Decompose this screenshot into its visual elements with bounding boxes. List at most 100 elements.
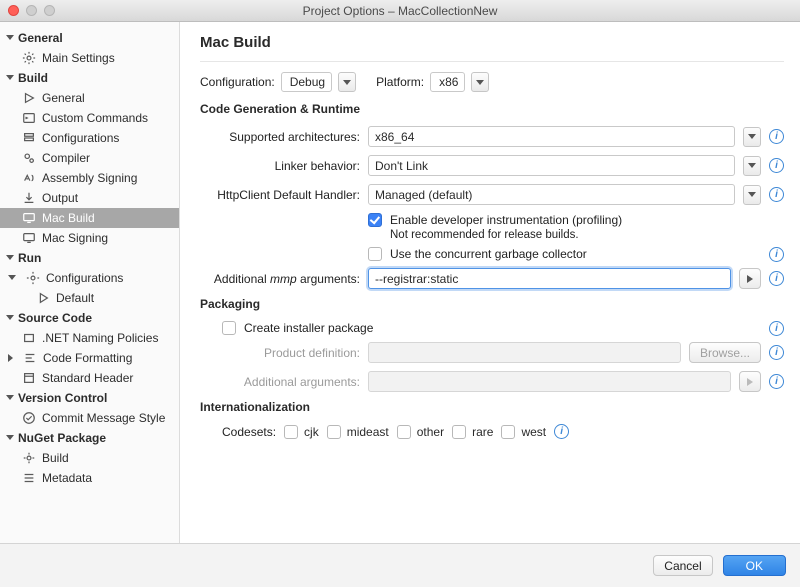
play-icon: [36, 291, 50, 305]
sidebar-group-label: General: [18, 31, 63, 45]
monitor-icon: [22, 211, 36, 225]
config-platform-row: Configuration: Debug Platform: x86: [200, 72, 784, 92]
info-icon[interactable]: i: [769, 271, 784, 286]
sidebar-item-label: Mac Signing: [42, 231, 108, 245]
sidebar-item-standard-header[interactable]: Standard Header: [0, 368, 179, 388]
sidebar-item-main-settings[interactable]: Main Settings: [0, 48, 179, 68]
sidebar-item-mac-signing[interactable]: Mac Signing: [0, 228, 179, 248]
sidebar-item-label: General: [42, 91, 85, 105]
info-icon[interactable]: i: [769, 187, 784, 202]
codeset-mideast-checkbox[interactable]: [327, 425, 341, 439]
sidebar-item-label: Assembly Signing: [42, 171, 137, 185]
create-installer-row: Create installer package i: [222, 321, 784, 336]
info-icon[interactable]: i: [769, 129, 784, 144]
sidebar-group-general[interactable]: General: [0, 28, 179, 48]
chevron-down-icon: [6, 315, 14, 320]
mmp-arguments-input[interactable]: --registrar:static: [368, 268, 731, 289]
sidebar-item-compiler[interactable]: Compiler: [0, 148, 179, 168]
sidebar-item-assembly-signing[interactable]: Assembly Signing: [0, 168, 179, 188]
section-packaging-title: Packaging: [200, 297, 784, 311]
mmp-play-button[interactable]: [739, 268, 761, 289]
browse-button: Browse...: [689, 342, 761, 363]
sidebar-item-nuget-build[interactable]: Build: [0, 448, 179, 468]
sidebar-item-mac-build[interactable]: Mac Build: [0, 208, 179, 228]
linker-row: Linker behavior: Don't Link i: [200, 155, 784, 176]
linker-select[interactable]: Don't Link: [368, 155, 735, 176]
sidebar-item-label: Default: [56, 291, 94, 305]
chevron-down-icon: [476, 80, 484, 85]
arch-label: Supported architectures:: [200, 130, 360, 144]
info-icon[interactable]: i: [769, 374, 784, 389]
configuration-label: Configuration:: [200, 75, 275, 89]
sidebar-group-label: Version Control: [18, 391, 107, 405]
arch-dropdown-button[interactable]: [743, 127, 761, 147]
sidebar-group-source-code[interactable]: Source Code: [0, 308, 179, 328]
info-icon[interactable]: i: [554, 424, 569, 439]
productdef-label: Product definition:: [200, 346, 360, 360]
sidebar-item-naming-policies[interactable]: .NET Naming Policies: [0, 328, 179, 348]
info-icon[interactable]: i: [769, 345, 784, 360]
check-icon: [22, 411, 36, 425]
httpclient-select[interactable]: Managed (default): [368, 184, 735, 205]
sidebar-item-code-formatting[interactable]: Code Formatting: [0, 348, 179, 368]
window-title: Project Options – MacCollectionNew: [0, 4, 800, 18]
httpclient-dropdown-button[interactable]: [743, 185, 761, 205]
configuration-select[interactable]: Debug: [281, 72, 332, 92]
productdef-row: Product definition: Browse... i: [200, 342, 784, 363]
info-icon[interactable]: i: [769, 158, 784, 173]
codeset-rare-checkbox[interactable]: [452, 425, 466, 439]
sidebar-item-run-configurations[interactable]: Configurations: [0, 268, 179, 288]
codeset-cjk-checkbox[interactable]: [284, 425, 298, 439]
codeset-west-checkbox[interactable]: [501, 425, 515, 439]
profiling-label: Enable developer instrumentation (profil…: [390, 213, 622, 241]
mmp-label: Additional mmp arguments:: [200, 272, 360, 286]
gc-checkbox[interactable]: [368, 247, 382, 261]
info-icon[interactable]: i: [769, 321, 784, 336]
sidebar-item-custom-commands[interactable]: Custom Commands: [0, 108, 179, 128]
cancel-button[interactable]: Cancel: [653, 555, 712, 576]
list-icon: [22, 471, 36, 485]
sidebar-group-build[interactable]: Build: [0, 68, 179, 88]
sidebar-group-nuget[interactable]: NuGet Package: [0, 428, 179, 448]
linker-label: Linker behavior:: [200, 159, 360, 173]
sidebar-item-build-general[interactable]: General: [0, 88, 179, 108]
ok-button[interactable]: OK: [723, 555, 786, 576]
tag-icon: [22, 331, 36, 345]
sidebar-group-label: Source Code: [18, 311, 92, 325]
platform-label: Platform:: [376, 75, 424, 89]
productdef-input: [368, 342, 681, 363]
sidebar-item-commit-style[interactable]: Commit Message Style: [0, 408, 179, 428]
linker-dropdown-button[interactable]: [743, 156, 761, 176]
sidebar-item-nuget-metadata[interactable]: Metadata: [0, 468, 179, 488]
codeset-mideast: mideast: [327, 425, 389, 439]
chevron-down-icon: [748, 163, 756, 168]
sidebar-item-label: Mac Build: [42, 211, 95, 225]
sidebar-item-output[interactable]: Output: [0, 188, 179, 208]
arch-row: Supported architectures: x86_64 i: [200, 126, 784, 147]
sidebar-item-label: Build: [42, 451, 69, 465]
codeset-other: other: [397, 425, 444, 439]
mmp-row: Additional mmp arguments: --registrar:st…: [200, 268, 784, 289]
codesets-row: Codesets: cjk mideast other rare west i: [200, 424, 784, 439]
platform-select[interactable]: x86: [430, 72, 465, 92]
sidebar-item-label: Custom Commands: [42, 111, 148, 125]
sidebar-item-label: Main Settings: [42, 51, 115, 65]
sidebar-group-version-control[interactable]: Version Control: [0, 388, 179, 408]
sidebar-group-run[interactable]: Run: [0, 248, 179, 268]
signature-icon: [22, 171, 36, 185]
codeset-other-checkbox[interactable]: [397, 425, 411, 439]
info-icon[interactable]: i: [769, 247, 784, 262]
sidebar-item-configurations[interactable]: Configurations: [0, 128, 179, 148]
addargs-row: Additional arguments: i: [200, 371, 784, 392]
terminal-icon: [22, 111, 36, 125]
configuration-value: Debug: [290, 75, 325, 89]
platform-dropdown-button[interactable]: [471, 72, 489, 92]
create-installer-checkbox[interactable]: [222, 321, 236, 335]
arch-select[interactable]: x86_64: [368, 126, 735, 147]
sidebar-group-label: NuGet Package: [18, 431, 106, 445]
codeset-west: west: [501, 425, 546, 439]
configuration-dropdown-button[interactable]: [338, 72, 356, 92]
profiling-checkbox[interactable]: [368, 213, 382, 227]
sidebar-item-run-default[interactable]: Default: [0, 288, 179, 308]
format-icon: [23, 351, 37, 365]
